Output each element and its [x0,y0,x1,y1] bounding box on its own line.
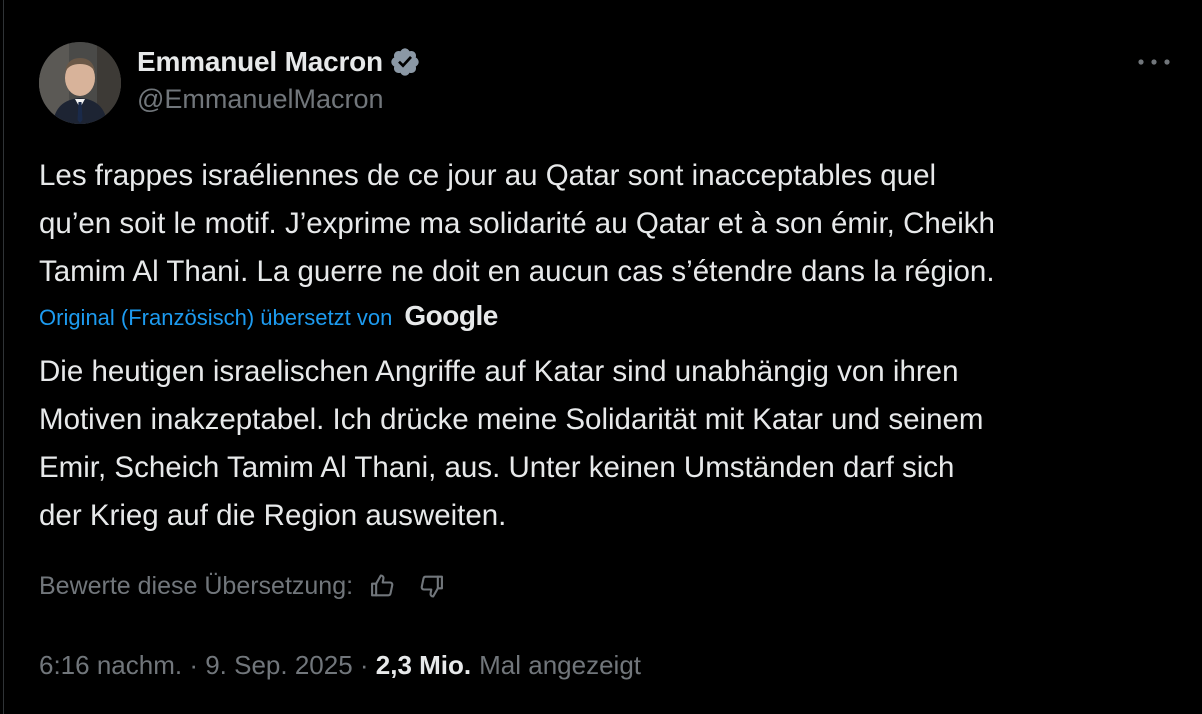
tweet-time[interactable]: 6:16 nachm. [39,650,182,681]
more-options-icon[interactable] [1134,50,1174,74]
rate-translation-label: Bewerte diese Übersetzung: [39,571,354,600]
meta-separator: · [182,649,206,680]
thumbs-down-icon[interactable] [417,571,447,601]
tweet-meta: 6:16 nachm. · 9. Sep. 2025 · 2,3 Mio. Ma… [39,646,641,684]
tweet-original-text: Les frappes israéliennes de ce jour au Q… [39,159,995,288]
view-count-label: Mal angezeigt [479,649,642,680]
tweet-date[interactable]: 9. Sep. 2025 [205,650,352,681]
verified-badge-icon[interactable] [389,46,421,78]
avatar[interactable] [39,42,121,124]
avatar-image [39,42,121,124]
translation-attribution: Original (Französisch) übersetzt von Goo… [39,300,498,334]
google-logo: Google [404,300,498,331]
author-handle[interactable]: @EmmanuelMacron [137,84,384,115]
meta-separator: · [352,649,376,680]
thumbs-up-icon[interactable] [367,571,397,601]
translation-label-link[interactable]: Original (Französisch) übersetzt von [39,305,392,331]
author-name-row: Emmanuel Macron [137,44,421,80]
view-count: 2,3 Mio. [375,649,472,680]
tweet-translated-text: Die heutigen israelischen Angriffe auf K… [39,355,984,532]
author-display-name[interactable]: Emmanuel Macron [137,46,383,78]
rate-translation-row: Bewerte diese Übersetzung: [39,568,447,604]
tweet-card: Emmanuel Macron @EmmanuelMacron Les frap… [3,0,1202,714]
